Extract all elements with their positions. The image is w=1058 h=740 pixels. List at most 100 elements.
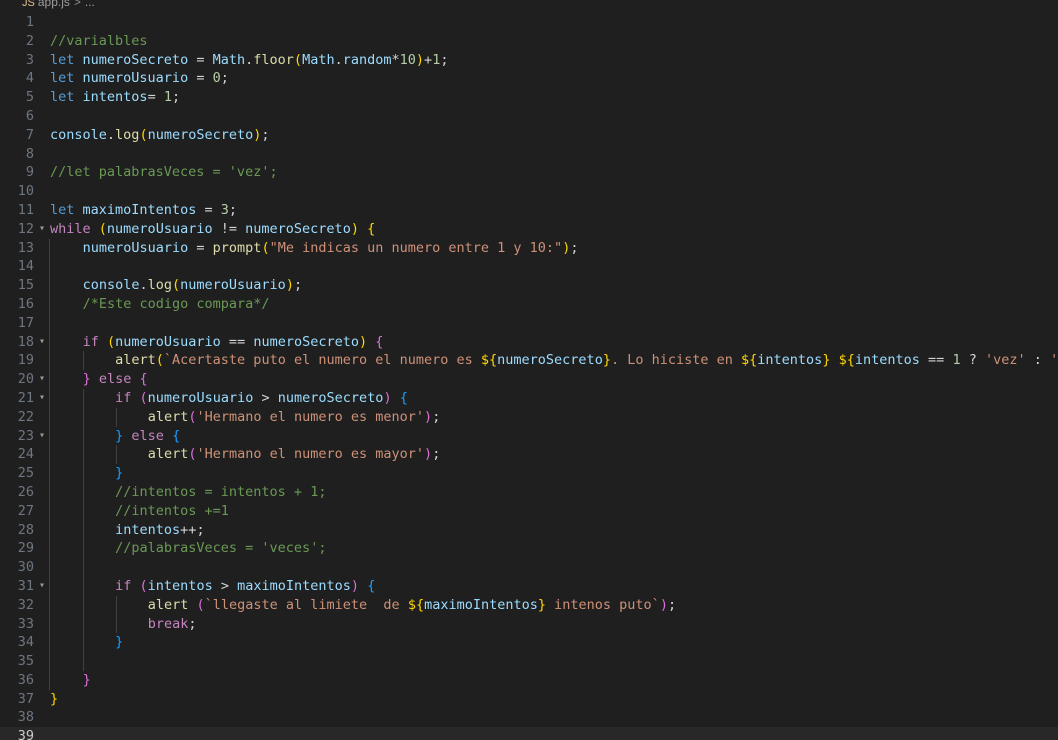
- code-line[interactable]: 28 intentos++;: [0, 520, 1058, 540]
- line-number: 33: [17, 615, 34, 632]
- code-line-text: } else {: [82, 371, 148, 388]
- line-number: 9: [25, 164, 34, 181]
- code-line-text: }: [82, 671, 91, 688]
- code-line[interactable]: 9 //let palabrasVeces = 'vez';: [0, 163, 1058, 182]
- breadcrumb-symbol[interactable]: ...: [85, 0, 95, 9]
- line-number: 32: [17, 596, 34, 613]
- code-line[interactable]: 37}: [0, 690, 1058, 709]
- code-line[interactable]: 12 ▾ while (numeroUsuario != numeroSecreto…: [0, 220, 1058, 239]
- code-line[interactable]: 27 //intentos +=1: [0, 501, 1058, 521]
- code-line-text: }: [115, 465, 124, 482]
- code-line-text: //varialbles: [50, 32, 148, 49]
- code-line-text: //intentos +=1: [115, 502, 229, 519]
- chevron-down-icon[interactable]: ▾: [36, 370, 48, 389]
- line-number: 15: [17, 277, 34, 294]
- code-line[interactable]: 19 alert(`Acertaste puto el numero el nu…: [0, 351, 1058, 371]
- line-number: 3: [25, 51, 34, 68]
- code-line[interactable]: 26 //intentos = intentos + 1;: [0, 482, 1058, 502]
- code-line[interactable]: 31 ▾ if (intentos > maximoIntentos) {: [0, 576, 1058, 596]
- breadcrumb-separator: >: [73, 0, 81, 9]
- code-line[interactable]: 30: [0, 558, 1058, 577]
- code-line[interactable]: 16 /*Este codigo compara*/: [0, 294, 1058, 314]
- code-line[interactable]: 39: [0, 727, 1058, 740]
- chevron-down-icon[interactable]: ▾: [36, 333, 48, 352]
- code-line[interactable]: 15 console.log(numeroUsuario);: [0, 276, 1058, 295]
- code-line[interactable]: 8: [0, 145, 1058, 164]
- line-number: 29: [17, 540, 34, 557]
- line-number: 16: [17, 295, 34, 312]
- code-line[interactable]: 35: [0, 652, 1058, 671]
- line-number: 4: [25, 70, 34, 87]
- line-number: 25: [17, 465, 34, 482]
- code-line[interactable]: 33 break;: [0, 614, 1058, 634]
- code-line[interactable]: 17: [0, 313, 1058, 333]
- code-line[interactable]: 6: [0, 107, 1058, 126]
- code-line[interactable]: 38: [0, 708, 1058, 727]
- breadcrumb[interactable]: JS app.js >...: [0, 0, 95, 13]
- line-number: 8: [25, 145, 34, 162]
- line-number: 21: [17, 389, 34, 406]
- line-number: 23: [17, 427, 34, 444]
- code-line[interactable]: 20 ▾ } else {: [0, 370, 1058, 389]
- code-line[interactable]: 5 let intentos= 1;: [0, 88, 1058, 107]
- line-number: 35: [17, 653, 34, 670]
- code-line-text: while (numeroUsuario != numeroSecreto) {: [50, 220, 376, 237]
- code-line[interactable]: 4 let numeroUsuario = 0;: [0, 69, 1058, 88]
- chevron-down-icon[interactable]: ▾: [36, 577, 48, 596]
- line-number: 19: [17, 352, 34, 369]
- js-file-icon: JS: [22, 0, 35, 9]
- code-line[interactable]: 7 console.log(numeroSecreto);: [0, 126, 1058, 145]
- code-line[interactable]: 18 ▾ if (numeroUsuario == numeroSecreto) …: [0, 332, 1058, 352]
- breadcrumb-file[interactable]: app.js: [38, 0, 70, 9]
- code-line-text: let intentos= 1;: [50, 89, 181, 106]
- code-content[interactable]: 1 2 //varialbles 3 let numeroSecreto = Math.…: [0, 13, 1058, 740]
- line-number: 37: [17, 690, 34, 707]
- line-number: 22: [17, 408, 34, 425]
- line-number: 17: [17, 314, 34, 331]
- code-line-text: if (numeroUsuario == numeroSecreto) {: [82, 333, 384, 350]
- indent-guide: [49, 257, 50, 277]
- code-line-text: console.log(numeroSecreto);: [50, 126, 270, 143]
- code-line[interactable]: 24 alert('Hermano el numero es mayor');: [0, 445, 1058, 465]
- code-line[interactable]: 1: [0, 13, 1058, 32]
- code-editor[interactable]: JS app.js >... 1 2 //varialbles 3 let numeroSe…: [0, 0, 1058, 740]
- code-line[interactable]: 3 let numeroSecreto = Math.floor(Math.ran…: [0, 51, 1058, 70]
- line-number: 11: [17, 201, 34, 218]
- line-number: 12: [17, 220, 34, 237]
- line-number: 14: [17, 258, 34, 275]
- code-line[interactable]: 32 alert (`llegaste al limiete de ${maxi…: [0, 595, 1058, 615]
- code-line[interactable]: 22 alert('Hermano el numero es menor');: [0, 407, 1058, 427]
- line-number: 20: [17, 371, 34, 388]
- line-number: 36: [17, 671, 34, 688]
- code-line-text: let numeroSecreto = Math.floor(Math.rand…: [50, 51, 449, 68]
- line-number: 34: [17, 634, 34, 651]
- code-line[interactable]: 25 }: [0, 464, 1058, 483]
- line-number: 7: [25, 126, 34, 143]
- code-line-text: //palabrasVeces = 'veces';: [115, 540, 327, 557]
- code-line-text: }: [115, 634, 124, 651]
- line-number: 27: [17, 502, 34, 519]
- code-line[interactable]: 23 ▾ } else {: [0, 426, 1058, 446]
- code-line-text: //intentos = intentos + 1;: [115, 483, 327, 500]
- code-line[interactable]: 11 let maximoIntentos = 3;: [0, 201, 1058, 220]
- code-line-text: } else {: [115, 427, 181, 444]
- code-line-text: alert (`llegaste al limiete de ${maximoI…: [147, 596, 677, 613]
- code-line[interactable]: 36 }: [0, 670, 1058, 690]
- code-line[interactable]: 21 ▾ if (numeroUsuario > numeroSecreto) {: [0, 388, 1058, 408]
- code-line[interactable]: 14: [0, 257, 1058, 277]
- code-line[interactable]: 13 numeroUsuario = prompt("Me indicas un…: [0, 238, 1058, 258]
- indent-guide: [49, 652, 50, 671]
- chevron-down-icon[interactable]: ▾: [36, 389, 48, 408]
- line-number: 6: [25, 107, 34, 124]
- code-line[interactable]: 34 }: [0, 633, 1058, 653]
- code-line-text: let maximoIntentos = 3;: [50, 201, 238, 218]
- indent-guide: [49, 313, 50, 333]
- code-line[interactable]: 10: [0, 182, 1058, 201]
- chevron-down-icon[interactable]: ▾: [36, 427, 48, 446]
- code-line[interactable]: 29 //palabrasVeces = 'veces';: [0, 539, 1058, 559]
- indent-guide: [82, 652, 84, 671]
- code-line[interactable]: 2 //varialbles: [0, 32, 1058, 51]
- line-number: 2: [25, 32, 34, 49]
- code-line-text: }: [50, 690, 59, 707]
- chevron-down-icon[interactable]: ▾: [36, 220, 48, 239]
